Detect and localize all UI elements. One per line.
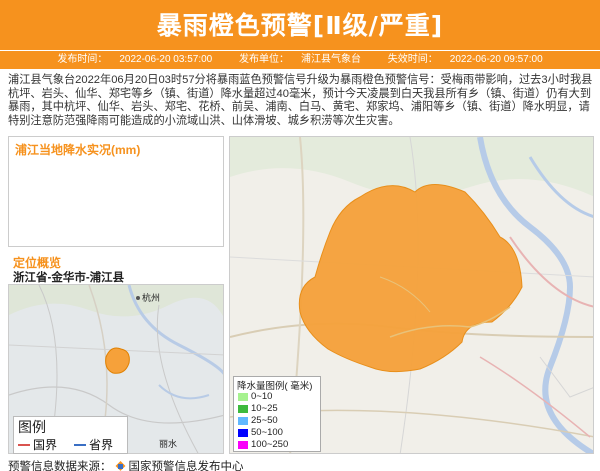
color-swatch-icon: [238, 440, 248, 449]
source-logo-icon: [115, 460, 126, 471]
legend-national-border: 国界: [18, 436, 57, 453]
national-border-line-icon: [18, 443, 30, 446]
rainfall-legend-item: 25~50: [238, 415, 278, 426]
rainfall-legend: 降水量图例( 毫米) 0~10 10~25 25~50 50~100 100~2…: [233, 376, 321, 452]
warning-description: 浦江县气象台2022年06月20日03时57分将暴雨蓝色预警信号升级为暴雨橙色预…: [8, 74, 593, 127]
boundary-legend-title: 图例: [18, 419, 46, 435]
publish-time: 发布时间： 2022-06-20 03:57:00: [57, 54, 213, 65]
data-source-label: 预警信息数据来源：: [8, 461, 112, 471]
pujiang-highlight: [105, 347, 130, 374]
rainfall-legend-item: 100~250: [238, 439, 288, 450]
rainfall-legend-item: 0~10: [238, 391, 272, 402]
boundary-legend: 图例 国界 省界: [13, 416, 128, 454]
color-swatch-icon: [238, 428, 248, 437]
rainfall-panel-title: 浦江当地降水实况(mm): [15, 143, 141, 157]
map-label-hangzhou: 杭州: [142, 293, 161, 303]
rainfall-legend-item: 50~100: [238, 427, 283, 438]
color-swatch-icon: [238, 392, 248, 401]
warning-meta-bar: 发布时间： 2022-06-20 03:57:00 发布单位： 浦江县气象台 失效时…: [0, 51, 600, 69]
legend-province-border: 省界: [74, 436, 113, 453]
data-source-footer: 预警信息数据来源： 国家预警信息发布中心: [8, 458, 244, 471]
warning-title: 暴雨橙色预警[Ⅱ级/严重]: [156, 11, 444, 40]
data-source-link[interactable]: 国家预警信息发布中心: [129, 458, 244, 471]
color-swatch-icon: [238, 404, 248, 413]
color-swatch-icon: [238, 416, 248, 425]
map-label-lishui: 丽水: [159, 439, 178, 449]
rainfall-legend-title: 降水量图例( 毫米): [237, 381, 313, 392]
location-path: 浙江省-金华市-浦江县: [13, 272, 125, 284]
province-border-line-icon: [74, 443, 86, 446]
expire-time: 失效时间： 2022-06-20 09:57:00: [387, 54, 543, 65]
rainfall-panel: 浦江当地降水实况(mm): [8, 136, 224, 247]
publisher: 发布单位： 浦江县气象台: [239, 54, 361, 65]
rainfall-legend-item: 10~25: [238, 403, 278, 414]
warning-banner: 暴雨橙色预警[Ⅱ级/严重]: [0, 0, 600, 51]
